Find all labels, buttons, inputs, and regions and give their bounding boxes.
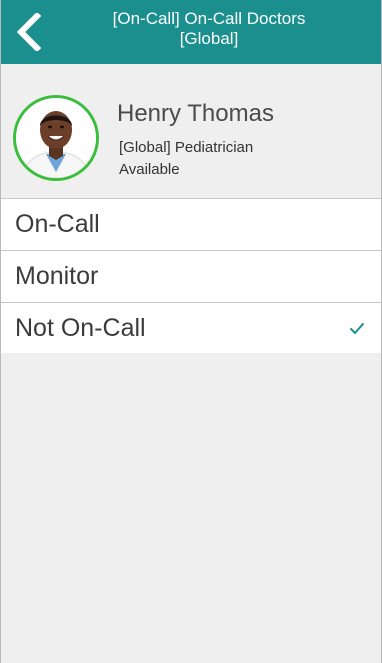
profile-card: Henry Thomas [Global] Pediatrician Avail…: [1, 64, 381, 198]
doctor-department: [Global] Pediatrician: [119, 139, 254, 156]
oncall-options-list: On-Call Monitor Not On-Call: [1, 198, 381, 355]
option-not-on-call[interactable]: Not On-Call: [1, 303, 381, 355]
option-label: Not On-Call: [15, 314, 146, 342]
screen: [On-Call] On-Call Doctors [Global] Henry…: [0, 0, 382, 663]
doctor-availability: Available: [119, 161, 180, 178]
title-line-1: [On-Call] On-Call Doctors: [112, 9, 306, 28]
page-title: [On-Call] On-Call Doctors [Global]: [57, 9, 361, 48]
back-button[interactable]: [9, 10, 49, 54]
empty-content-area: [1, 353, 381, 663]
top-bar: [On-Call] On-Call Doctors [Global]: [1, 0, 381, 64]
chevron-left-icon: [16, 13, 42, 51]
option-monitor[interactable]: Monitor: [1, 251, 381, 303]
doctor-name: Henry Thomas: [117, 100, 274, 127]
option-on-call[interactable]: On-Call: [1, 199, 381, 251]
option-label: Monitor: [15, 262, 99, 290]
doctor-avatar-icon: [16, 98, 96, 178]
title-line-2: [Global]: [179, 28, 239, 48]
checkmark-icon: [349, 322, 365, 336]
option-label: On-Call: [15, 210, 100, 238]
avatar: [13, 95, 99, 181]
